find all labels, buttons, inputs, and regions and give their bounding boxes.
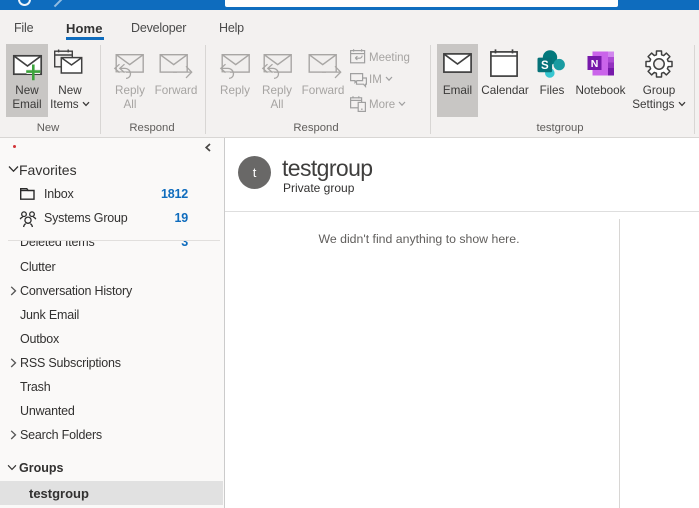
svg-text:S: S	[541, 60, 549, 72]
svg-text:N: N	[591, 58, 599, 70]
